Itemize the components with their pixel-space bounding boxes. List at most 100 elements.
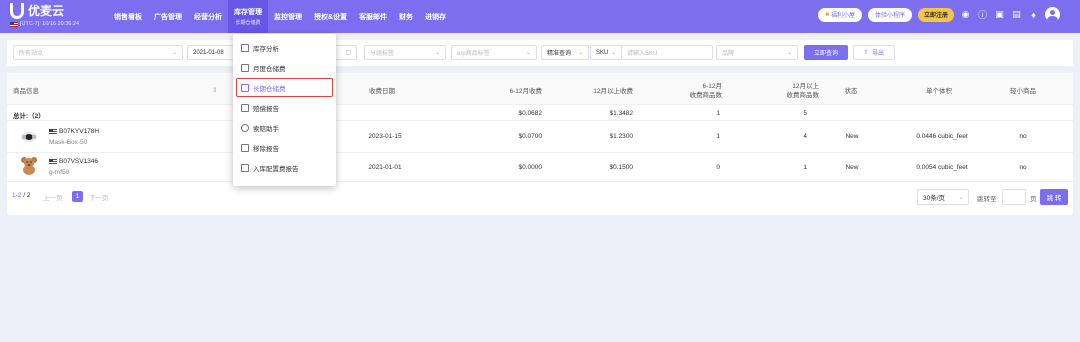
menu-item-inventory-analysis[interactable]: 库存分析 xyxy=(237,39,332,56)
main-nav: 销售看板 广告管理 经营分析 库存管理 长期仓储费 监控管理 授权&设置 客服邮… xyxy=(108,0,452,33)
sku-search-input[interactable]: 请输入SKU xyxy=(621,45,713,60)
cell-status: New xyxy=(845,133,859,140)
bell-icon[interactable]: ♦ xyxy=(1028,9,1039,20)
page-number-button[interactable]: 1 xyxy=(72,191,83,202)
menu-item-removal-report[interactable]: 移除报告 xyxy=(237,139,332,156)
cell-fee-12: $1.2300 xyxy=(609,133,634,140)
chevron-down-icon: ⌄ xyxy=(610,50,616,56)
goto-button[interactable]: 跳 转 xyxy=(1040,189,1068,205)
menu-item-claim-assistant[interactable]: 索赔助手 xyxy=(237,119,332,136)
search-button[interactable]: 立即查询 xyxy=(804,45,848,60)
timezone-display: [UTC-7]: 10/16 20:36:24 xyxy=(10,21,79,27)
chevron-down-icon: ⌄ xyxy=(525,50,531,56)
inventory-dropdown-menu: 库存分析 月度仓储费 长期仓储费 赔偿报告 索赔助手 移除报告 入库配置费报告 xyxy=(233,34,336,186)
filter-bar: 所有站点 ⌄ 2021-01-08 ▢ 分组标签 ⌄ erp商品标签 ⌄ 精准查询 ⌄ S… xyxy=(7,40,1073,66)
page-unit-label: 页 xyxy=(1030,196,1037,203)
pagination-range: 1-2 / 2 xyxy=(12,192,31,199)
export-icon: ⇧ xyxy=(863,50,869,56)
next-page-button[interactable]: 下一页 xyxy=(89,192,109,202)
nav-item-service-email[interactable]: 客服邮件 xyxy=(353,0,393,33)
mini-program-button[interactable]: 体验小程序 xyxy=(867,7,912,22)
col-date: 收费日期 xyxy=(369,88,395,95)
product-asin[interactable]: B07KYV178H xyxy=(49,128,99,135)
removal-icon xyxy=(241,143,249,152)
total-fee-12: $1.3482 xyxy=(609,110,634,117)
menu-item-monthly-storage-fee[interactable]: 月度仓储费 xyxy=(237,59,332,76)
col-fee-6-12: 6-12月收费 xyxy=(509,88,542,95)
cell-qty-12: 4 xyxy=(803,133,807,140)
cell-fee-6-12: $0.0000 xyxy=(518,164,543,171)
document-icon xyxy=(241,163,249,172)
menu-item-long-term-storage-fee[interactable]: 长期仓储费 xyxy=(236,78,333,97)
top-navigation-bar: 优麦云 [UTC-7]: 10/16 20:36:24 销售看板 广告管理 经营… xyxy=(0,0,1080,33)
welfare-button[interactable]: ■ 福利小屋 xyxy=(818,7,862,22)
site-select[interactable]: 所有站点 ⌄ xyxy=(13,45,183,60)
headset-icon[interactable]: ◉ xyxy=(960,9,971,20)
logo[interactable]: 优麦云 xyxy=(10,2,64,19)
warehouse-icon xyxy=(241,83,249,92)
chevron-down-icon: ⌄ xyxy=(958,194,964,201)
col-qty-6-12: 6-12月 收费商品数 xyxy=(689,83,723,99)
nav-item-analysis[interactable]: 经营分析 xyxy=(188,0,228,33)
nav-item-auth-settings[interactable]: 授权&设置 xyxy=(308,0,353,33)
cell-volume: 0.0054 cubic_feet xyxy=(916,164,968,171)
storage-fee-table: 商品信息 ⇕ 收费日期 6-12月收费 12月以上收费 6-12月 收费商品数 … xyxy=(7,73,1073,215)
col-qty-12: 12月以上 收费商品数 xyxy=(786,83,820,99)
cell-fee-6-12: $0.0700 xyxy=(518,133,543,140)
assistant-icon xyxy=(241,123,249,132)
col-status: 状态 xyxy=(844,88,858,95)
nav-item-purchase-sales[interactable]: 进销存 xyxy=(419,0,452,33)
chevron-down-icon: ⌄ xyxy=(434,50,440,56)
menu-item-inbound-placement-fee-report[interactable]: 入库配置费报告 xyxy=(237,159,332,176)
erp-tag-select[interactable]: erp商品标签 ⌄ xyxy=(451,45,537,60)
match-mode-select[interactable]: 精准查询 ⌄ xyxy=(541,45,589,60)
nav-item-finance[interactable]: 财务 xyxy=(393,0,419,33)
product-image-gamepad[interactable] xyxy=(19,126,39,146)
menu-item-reimbursement-report[interactable]: 赔偿报告 xyxy=(237,99,332,116)
report-icon xyxy=(241,103,249,112)
help-icon[interactable]: ⓘ xyxy=(977,9,988,20)
product-asin[interactable]: B07VSV1346 xyxy=(49,158,98,165)
us-flag-icon xyxy=(49,129,57,134)
header-actions: ■ 福利小屋 体验小程序 立即注册 ◉ ⓘ ▣ ▤ ♦ xyxy=(818,7,1060,22)
home-icon xyxy=(241,43,249,52)
cell-volume: 0.0446 cubic_feet xyxy=(916,133,968,140)
total-fee-6-12: $0.0682 xyxy=(518,110,543,117)
tag-select[interactable]: 分组标签 ⌄ xyxy=(364,45,446,60)
chevron-down-icon: ⌄ xyxy=(171,50,177,56)
us-flag-icon xyxy=(49,159,57,164)
product-sku: g-mf50 xyxy=(49,169,70,176)
chevron-down-icon: ⌄ xyxy=(786,50,792,56)
nav-item-inventory[interactable]: 库存管理 长期仓储费 xyxy=(228,0,268,33)
cell-small-light: no xyxy=(1019,164,1027,171)
brand-select[interactable]: 品牌 ⌄ xyxy=(716,45,798,60)
goto-page-input[interactable] xyxy=(1002,189,1026,205)
col-volume: 单个体积 xyxy=(926,88,952,95)
total-label: 总计:（2） xyxy=(13,113,45,120)
prev-page-button[interactable]: 上一页 xyxy=(43,192,63,202)
product-image-bear[interactable] xyxy=(19,155,39,175)
cart-icon[interactable]: ▤ xyxy=(1011,9,1022,20)
search-field-select[interactable]: SKU ⌄ xyxy=(590,45,622,60)
total-qty-12: 5 xyxy=(803,110,807,117)
page-size-select[interactable]: 30条/页 ⌄ xyxy=(917,189,969,205)
export-button[interactable]: ⇧ 导出 xyxy=(853,45,895,60)
sort-icon[interactable]: ⇕ xyxy=(212,86,217,95)
goto-label: 跳转至 xyxy=(977,196,997,203)
cell-fee-12: $0.1500 xyxy=(609,164,634,171)
total-qty-6-12: 1 xyxy=(716,110,720,117)
avatar[interactable] xyxy=(1045,7,1060,22)
product-sku: Mask-Box-50 xyxy=(49,139,88,146)
register-button[interactable]: 立即注册 xyxy=(917,7,954,22)
nav-active-sub: 长期仓储费 xyxy=(235,20,261,26)
col-product: 商品信息 xyxy=(13,88,39,95)
dollar-icon[interactable]: ▣ xyxy=(994,9,1005,20)
cell-date: 2023-01-15 xyxy=(368,133,402,140)
col-fee-12: 12月以上收费 xyxy=(593,88,633,95)
row-divider xyxy=(7,120,1073,121)
cell-small-light: no xyxy=(1019,133,1027,140)
nav-item-monitoring[interactable]: 监控管理 xyxy=(268,0,308,33)
nav-item-ads[interactable]: 广告管理 xyxy=(148,0,188,33)
row-divider xyxy=(7,152,1073,153)
nav-item-sales-dashboard[interactable]: 销售看板 xyxy=(108,0,148,33)
